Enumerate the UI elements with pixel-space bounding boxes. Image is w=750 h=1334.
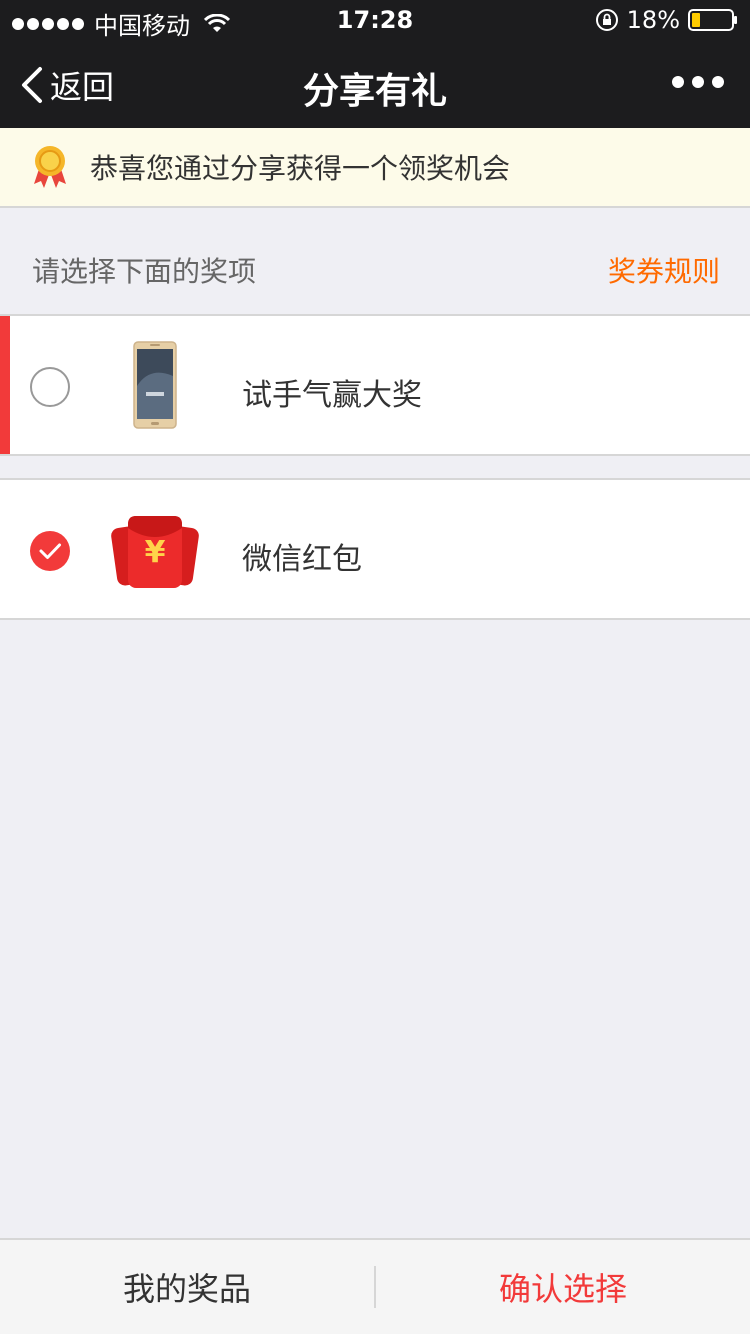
svg-text:¥: ¥ [145,535,166,570]
rotation-lock-icon [595,9,618,31]
nav-bar: 返回 分享有礼 [0,40,750,128]
highlight-bar [0,316,10,454]
battery-icon [688,9,737,31]
status-right: 18% [595,6,738,34]
prize-label: 微信红包 [242,542,362,577]
checkmark-icon [39,543,61,559]
prize-option-red-envelope[interactable]: ¥ 微信红包 [0,478,750,620]
radio-unchecked[interactable] [30,367,70,407]
red-envelope-icon: ¥ [111,516,199,588]
radio-checked[interactable] [30,531,70,571]
prize-label: 试手气赢大奖 [242,378,422,413]
phone-icon [133,341,177,429]
notice-banner: 恭喜您通过分享获得一个领奖机会 [0,128,750,208]
page-title: 分享有礼 [302,71,447,112]
status-bar: 中国移动 17:28 18% [0,0,750,40]
more-options-icon[interactable] [672,76,724,88]
notice-text: 恭喜您通过分享获得一个领奖机会 [90,152,511,185]
rules-link[interactable]: 奖券规则 [608,250,720,290]
award-medal-icon [34,146,66,188]
confirm-selection-button[interactable]: 确认选择 [376,1240,750,1334]
page: 中国移动 17:28 18% 返回 分享有礼 恭喜您通过分享获得一个领奖机会 请… [0,0,750,1334]
section-header: 请选择下面的奖项 奖券规则 [0,208,750,314]
prize-option-lottery[interactable]: 试手气赢大奖 [0,314,750,456]
bottom-bar: 我的奖品 确认选择 [0,1238,750,1334]
my-prizes-button[interactable]: 我的奖品 [0,1240,374,1334]
battery-percent: 18% [626,6,680,34]
section-label: 请选择下面的奖项 [32,255,257,288]
